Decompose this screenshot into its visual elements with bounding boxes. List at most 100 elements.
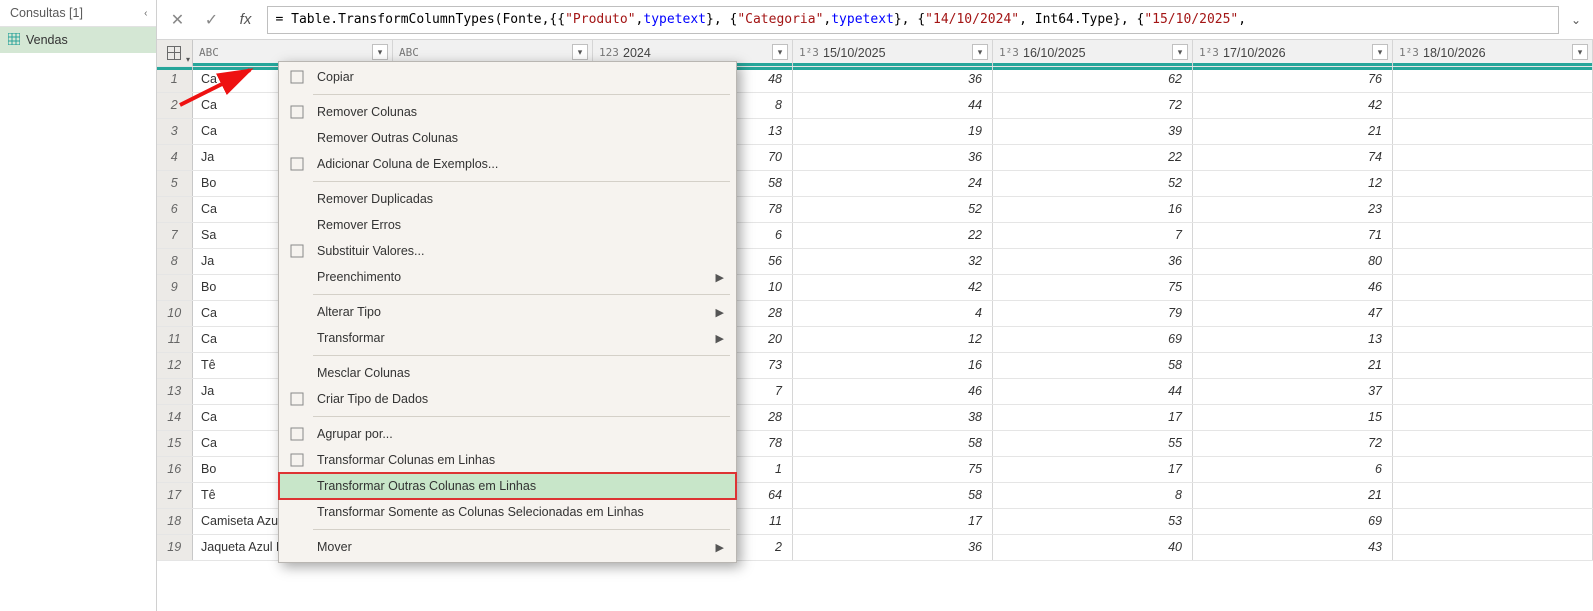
menu-item[interactable]: Transformar Colunas em Linhas — [279, 447, 736, 473]
cell[interactable]: 22 — [793, 222, 993, 248]
cell[interactable]: 21 — [1193, 482, 1393, 508]
formula-input[interactable]: = Table.TransformColumnTypes(Fonte,{{"Pr… — [267, 6, 1559, 34]
cell[interactable]: 36 — [793, 534, 993, 560]
cell[interactable]: 74 — [1193, 144, 1393, 170]
column-filter-button[interactable]: ▾ — [1572, 44, 1588, 60]
menu-item[interactable]: Transformar Somente as Colunas Seleciona… — [279, 499, 736, 525]
menu-item[interactable]: Copiar — [279, 64, 736, 90]
cell[interactable]: 12 — [793, 326, 993, 352]
row-index[interactable]: 4 — [157, 144, 193, 170]
menu-item[interactable]: Transformar Outras Colunas em Linhas — [279, 473, 736, 499]
row-index[interactable]: 10 — [157, 300, 193, 326]
row-index[interactable]: 6 — [157, 196, 193, 222]
row-index[interactable]: 3 — [157, 118, 193, 144]
cell[interactable] — [1393, 378, 1593, 404]
cell[interactable]: 55 — [993, 430, 1193, 456]
cell[interactable]: 12 — [1193, 170, 1393, 196]
cell[interactable]: 23 — [1193, 196, 1393, 222]
formula-expand-button[interactable]: ⌄ — [1567, 13, 1585, 27]
cell[interactable]: 71 — [1193, 222, 1393, 248]
cell[interactable]: 72 — [1193, 430, 1393, 456]
column-filter-button[interactable]: ▾ — [1372, 44, 1388, 60]
formula-accept-button[interactable]: ✓ — [199, 7, 225, 33]
cell[interactable]: 79 — [993, 300, 1193, 326]
cell[interactable]: 36 — [993, 248, 1193, 274]
cell[interactable]: 46 — [793, 378, 993, 404]
cell[interactable]: 58 — [993, 352, 1193, 378]
row-index[interactable]: 15 — [157, 430, 193, 456]
menu-item[interactable]: Mover▶ — [279, 534, 736, 560]
menu-item[interactable]: Preenchimento▶ — [279, 264, 736, 290]
cell[interactable]: 42 — [793, 274, 993, 300]
menu-item[interactable]: Alterar Tipo▶ — [279, 299, 736, 325]
cell[interactable] — [1393, 248, 1593, 274]
column-header[interactable]: 1²317/10/2026▾ — [1193, 40, 1393, 66]
cell[interactable]: 38 — [793, 404, 993, 430]
cell[interactable]: 7 — [993, 222, 1193, 248]
cell[interactable] — [1393, 430, 1593, 456]
cell[interactable]: 39 — [993, 118, 1193, 144]
cell[interactable]: 16 — [793, 352, 993, 378]
cell[interactable]: 76 — [1193, 66, 1393, 92]
column-filter-button[interactable]: ▾ — [972, 44, 988, 60]
row-index[interactable]: 7 — [157, 222, 193, 248]
cell[interactable]: 36 — [793, 66, 993, 92]
cell[interactable]: 13 — [1193, 326, 1393, 352]
cell[interactable]: 72 — [993, 92, 1193, 118]
row-index[interactable]: 16 — [157, 456, 193, 482]
row-index[interactable]: 1 — [157, 66, 193, 92]
cell[interactable]: 52 — [993, 170, 1193, 196]
formula-cancel-button[interactable]: ✕ — [165, 7, 191, 33]
queries-header[interactable]: Consultas [1] ‹ — [0, 0, 156, 27]
cell[interactable] — [1393, 352, 1593, 378]
cell[interactable]: 4 — [793, 300, 993, 326]
row-index[interactable]: 2 — [157, 92, 193, 118]
row-index[interactable]: 19 — [157, 534, 193, 560]
menu-item[interactable]: Adicionar Coluna de Exemplos... — [279, 151, 736, 177]
cell[interactable]: 69 — [993, 326, 1193, 352]
cell[interactable]: 44 — [993, 378, 1193, 404]
cell[interactable]: 19 — [793, 118, 993, 144]
column-filter-button[interactable]: ▾ — [1172, 44, 1188, 60]
cell[interactable] — [1393, 534, 1593, 560]
column-header[interactable]: 1²318/10/2026▾ — [1393, 40, 1593, 66]
column-filter-button[interactable]: ▾ — [572, 44, 588, 60]
menu-item[interactable]: Remover Duplicadas — [279, 186, 736, 212]
row-index[interactable]: 13 — [157, 378, 193, 404]
menu-item[interactable]: Criar Tipo de Dados — [279, 386, 736, 412]
cell[interactable] — [1393, 92, 1593, 118]
row-index[interactable]: 14 — [157, 404, 193, 430]
column-header[interactable]: 1²316/10/2025▾ — [993, 40, 1193, 66]
column-filter-button[interactable]: ▾ — [372, 44, 388, 60]
cell[interactable]: 40 — [993, 534, 1193, 560]
menu-item[interactable]: Mesclar Colunas — [279, 360, 736, 386]
cell[interactable]: 58 — [793, 482, 993, 508]
cell[interactable]: 37 — [1193, 378, 1393, 404]
cell[interactable] — [1393, 482, 1593, 508]
row-index[interactable]: 17 — [157, 482, 193, 508]
cell[interactable] — [1393, 144, 1593, 170]
cell[interactable]: 69 — [1193, 508, 1393, 534]
query-item-vendas[interactable]: Vendas — [0, 27, 156, 53]
cell[interactable]: 22 — [993, 144, 1193, 170]
cell[interactable]: 47 — [1193, 300, 1393, 326]
cell[interactable]: 24 — [793, 170, 993, 196]
row-index[interactable]: 5 — [157, 170, 193, 196]
cell[interactable] — [1393, 456, 1593, 482]
cell[interactable]: 17 — [993, 456, 1193, 482]
select-all-corner[interactable]: ▾ — [157, 40, 193, 66]
row-index[interactable]: 8 — [157, 248, 193, 274]
cell[interactable]: 44 — [793, 92, 993, 118]
row-index[interactable]: 18 — [157, 508, 193, 534]
cell[interactable]: 16 — [993, 196, 1193, 222]
cell[interactable]: 80 — [1193, 248, 1393, 274]
cell[interactable]: 6 — [1193, 456, 1393, 482]
menu-item[interactable]: Agrupar por... — [279, 421, 736, 447]
cell[interactable]: 53 — [993, 508, 1193, 534]
cell[interactable]: 58 — [793, 430, 993, 456]
menu-item[interactable]: Remover Outras Colunas — [279, 125, 736, 151]
cell[interactable]: 21 — [1193, 352, 1393, 378]
cell[interactable]: 52 — [793, 196, 993, 222]
menu-item[interactable]: Remover Colunas — [279, 99, 736, 125]
cell[interactable] — [1393, 170, 1593, 196]
